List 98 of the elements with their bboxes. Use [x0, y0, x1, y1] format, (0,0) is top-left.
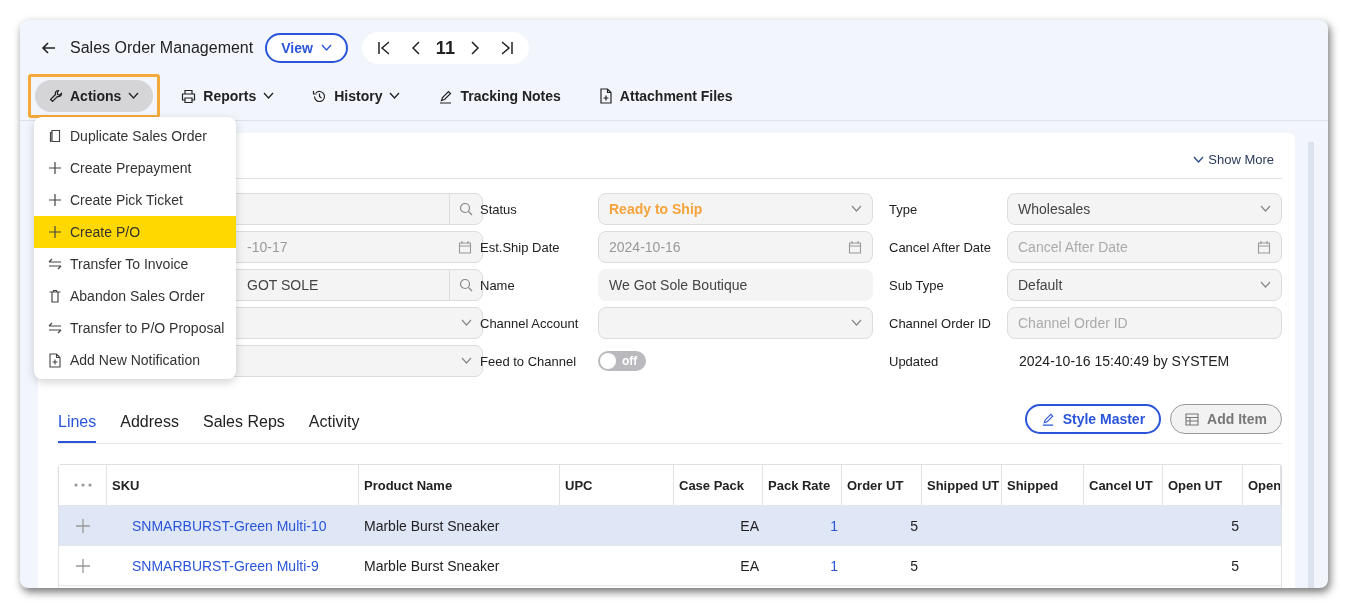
field-label: Sub Type [889, 277, 945, 293]
updated-text: 2024-10-16 15:40:49 by SYSTEM [1018, 353, 1230, 369]
toolbar-button[interactable]: Actions [35, 80, 154, 112]
input-field[interactable]: Wholesales [1007, 193, 1282, 225]
column-header: Order UT [847, 477, 904, 493]
column-header: Shipped UT [927, 477, 1000, 493]
table-cell: 1 [830, 557, 838, 574]
table-cell: EA [740, 517, 759, 534]
skip-forward-icon [499, 40, 514, 56]
toolbar-button[interactable]: Reports [171, 80, 285, 112]
column-header: Open UT [1168, 477, 1223, 493]
menu-item[interactable]: Create Pick Ticket [34, 184, 237, 216]
chevron-right-icon [469, 40, 480, 56]
toolbar-button[interactable]: Attachment Files [588, 80, 743, 112]
caret-icon [1260, 205, 1271, 213]
column-header: Product Name [364, 477, 453, 493]
field-label: Est.Ship Date [480, 239, 561, 255]
tab[interactable]: Lines [58, 403, 97, 443]
style-master-button[interactable]: Style Master [1024, 404, 1162, 434]
page-title: Sales Order Management [70, 39, 254, 57]
caret-icon [320, 44, 332, 52]
calendar-icon [458, 240, 472, 254]
tab[interactable]: Sales Reps [202, 403, 285, 443]
table-cell: EA [740, 557, 759, 574]
table-cell: Marble Burst Sneaker [364, 557, 500, 574]
trash-icon [48, 289, 62, 303]
arrow-left-icon [41, 40, 57, 56]
input-field[interactable]: Default [1007, 269, 1282, 301]
view-button[interactable]: View [265, 33, 348, 63]
column-header: SKU [112, 477, 140, 493]
tab[interactable]: Activity [308, 403, 360, 443]
field-label: Channel Account [480, 315, 580, 331]
calendar-icon [848, 240, 862, 254]
field-label: Type [889, 201, 919, 217]
calendar-icon [1257, 240, 1271, 254]
menu-item[interactable]: Add New Notification [34, 344, 237, 376]
input-field[interactable] [598, 307, 873, 339]
table-cell: 5 [910, 517, 918, 534]
caret-icon [263, 92, 275, 100]
caret-icon [1193, 155, 1205, 164]
wrench-icon [49, 89, 63, 103]
field-label: Updated [889, 353, 940, 369]
input-field[interactable]: We Got Sole Boutique [598, 269, 873, 301]
table-cell: 5 [910, 557, 918, 574]
column-header: Open [1248, 477, 1280, 493]
table-icon [1185, 412, 1200, 426]
caret-icon [461, 357, 472, 365]
more-icon[interactable] [73, 483, 92, 487]
caret-icon [389, 92, 401, 100]
arrows-icon [48, 321, 62, 335]
copy-icon [48, 129, 62, 143]
file-plus-icon [598, 88, 613, 104]
table-row[interactable]: SNMARBURST-Green Multi-10 Marble Burst Sneaker EA 1 5 5 [59, 506, 1281, 546]
plus-icon[interactable] [76, 518, 90, 533]
tab[interactable]: Address [120, 403, 179, 443]
field-label: Name [480, 277, 516, 293]
column-header: Case Pack [679, 477, 745, 493]
caret-icon [851, 205, 862, 213]
pen-icon [438, 88, 454, 104]
caret-icon [128, 92, 140, 100]
table-cell: 5 [1231, 517, 1239, 534]
menu-item[interactable]: Duplicate Sales Order [34, 120, 237, 152]
caret-icon [461, 319, 472, 327]
arrows-icon [48, 257, 62, 271]
toolbar-button[interactable]: Tracking Notes [428, 80, 571, 112]
field-label: Status [480, 201, 518, 217]
column-header: Cancel UT [1089, 477, 1153, 493]
history-icon [312, 88, 328, 104]
column-header: Shipped [1007, 477, 1059, 493]
column-header: UPC [565, 477, 593, 493]
field-label: Cancel After Date [889, 239, 992, 255]
plus-icon [48, 161, 62, 175]
field-label: Feed to Channel [480, 353, 578, 369]
pen-icon [1040, 412, 1055, 426]
search-icon[interactable] [459, 278, 473, 292]
caret-icon [851, 319, 862, 327]
plus-icon[interactable] [76, 558, 90, 573]
table-cell: 1 [830, 517, 838, 534]
menu-item[interactable]: Transfer to P/O Proposal [34, 312, 237, 344]
chevron-left-icon [410, 40, 421, 56]
sku-link[interactable]: SNMARBURST-Green Multi-9 [112, 557, 319, 574]
caret-icon [1260, 281, 1271, 289]
file-plus-icon [48, 352, 62, 368]
plus-icon [48, 193, 62, 207]
skip-back-icon [376, 40, 391, 56]
plus-icon [48, 225, 62, 239]
search-icon[interactable] [459, 202, 473, 216]
table-cell: Marble Burst Sneaker [364, 517, 500, 534]
menu-item[interactable]: Create Prepayment [34, 152, 237, 184]
page-number: 11 [435, 37, 455, 59]
printer-icon [181, 88, 197, 104]
menu-item[interactable]: Create P/O [34, 216, 237, 248]
field-label: Channel Order ID [889, 315, 992, 331]
toolbar-button[interactable]: History [302, 80, 411, 112]
column-header: Pack Rate [768, 477, 831, 493]
table-cell: 5 [1231, 557, 1239, 574]
sku-link[interactable]: SNMARBURST-Green Multi-10 [112, 517, 327, 534]
show-more-link[interactable]: Show More [1193, 152, 1274, 167]
